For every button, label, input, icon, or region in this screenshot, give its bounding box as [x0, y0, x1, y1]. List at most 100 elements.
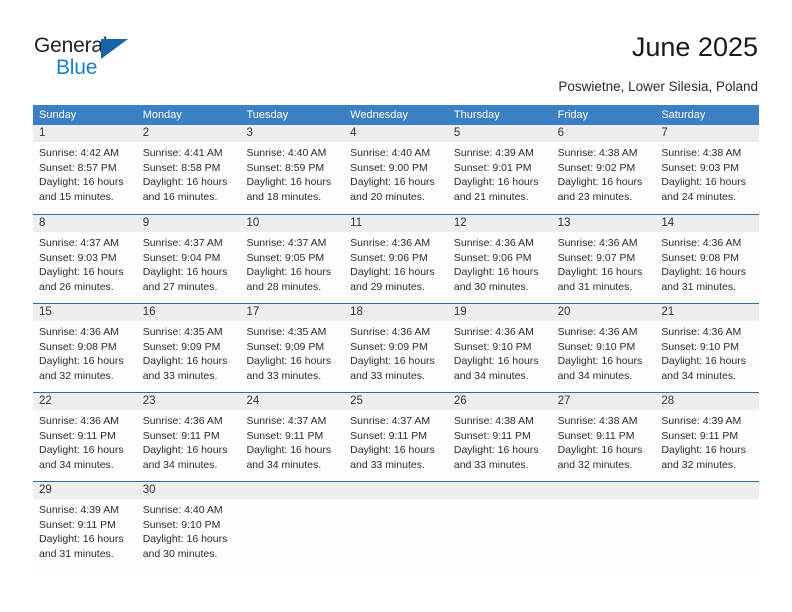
day-cell[interactable]: 4 Sunrise: 4:40 AM Sunset: 9:00 PM Daylight… [344, 125, 448, 214]
sunset-text: Sunset: 9:00 PM [350, 161, 428, 174]
daylight-text-line2: and 33 minutes. [350, 458, 425, 471]
day-cell[interactable]: 6 Sunrise: 4:38 AM Sunset: 9:02 PM Daylight… [551, 125, 656, 214]
day-cell[interactable]: 1 Sunrise: 4:42 AM Sunset: 8:57 PM Daylight… [33, 125, 137, 214]
sunset-text: Sunset: 9:11 PM [246, 429, 324, 442]
sunrise-text: Sunrise: 4:36 AM [453, 237, 534, 249]
daylight-text-line1: Daylight: 16 hours [661, 266, 746, 279]
sunrise-text: Sunrise: 4:36 AM [142, 415, 223, 427]
weekday-header-thursday: Thursday [453, 109, 500, 121]
day-number: 10 [246, 217, 260, 229]
day-number: 22 [39, 395, 52, 407]
sunrise-text: Sunrise: 4:36 AM [557, 326, 638, 338]
daylight-text-line1: Daylight: 16 hours [39, 266, 124, 279]
sunrise-text: Sunrise: 4:39 AM [453, 147, 534, 159]
day-cell[interactable]: 9 Sunrise: 4:37 AM Sunset: 9:04 PM Daylight… [136, 215, 241, 303]
calendar-week-row: 8 Sunrise: 4:37 AM Sunset: 9:03 PM Daylight… [33, 214, 760, 303]
day-cell[interactable]: 5 Sunrise: 4:39 AM Sunset: 9:01 PM Daylight… [447, 125, 552, 214]
daylight-text-line1: Daylight: 16 hours [350, 176, 435, 189]
sunrise-text: Sunrise: 4:40 AM [246, 147, 327, 159]
sunrise-text: Sunrise: 4:36 AM [350, 237, 431, 249]
sunset-text: Sunset: 9:11 PM [39, 429, 116, 442]
day-cell[interactable]: 19 Sunrise: 4:36 AM Sunset: 9:10 PM Dayligh… [447, 304, 552, 392]
daylight-text-line1: Daylight: 16 hours [557, 355, 643, 368]
day-cell[interactable]: 11 Sunrise: 4:36 AM Sunset: 9:06 PM Dayligh… [344, 215, 448, 303]
daylight-text-line1: Daylight: 16 hours [39, 444, 124, 457]
day-cell[interactable]: 20 Sunrise: 4:36 AM Sunset: 9:10 PM Dayligh… [551, 304, 656, 392]
day-number: 13 [557, 217, 571, 229]
calendar-week-row: 22 Sunrise: 4:36 AM Sunset: 9:11 PM Dayligh… [33, 392, 760, 481]
day-cell[interactable]: 10 Sunrise: 4:37 AM Sunset: 9:05 PM Dayligh… [240, 215, 345, 303]
daylight-text-line1: Daylight: 16 hours [453, 176, 539, 189]
sunset-text: Sunset: 9:06 PM [350, 251, 428, 264]
calendar-week-row: 29 Sunrise: 4:39 AM Sunset: 9:11 PM Dayligh… [33, 481, 760, 570]
day-cell[interactable]: 30 Sunrise: 4:40 AM Sunset: 9:10 PM Dayligh… [136, 482, 241, 570]
sunset-text: Sunset: 9:08 PM [661, 251, 739, 264]
daylight-text-line2: and 30 minutes. [142, 547, 218, 560]
day-cell[interactable]: 25 Sunrise: 4:37 AM Sunset: 9:11 PM Dayligh… [344, 393, 448, 481]
sunrise-text: Sunrise: 4:37 AM [246, 415, 327, 427]
day-cell[interactable]: 3 Sunrise: 4:40 AM Sunset: 8:59 PM Daylight… [240, 125, 345, 214]
sunrise-text: Sunrise: 4:40 AM [142, 504, 223, 516]
sunrise-text: Sunrise: 4:39 AM [39, 504, 119, 516]
day-cell[interactable]: 22 Sunrise: 4:36 AM Sunset: 9:11 PM Dayligh… [33, 393, 137, 481]
day-cell[interactable]: 18 Sunrise: 4:36 AM Sunset: 9:09 PM Dayligh… [344, 304, 448, 392]
day-cell[interactable]: 12 Sunrise: 4:36 AM Sunset: 9:06 PM Dayligh… [447, 215, 552, 303]
day-cell[interactable]: 29 Sunrise: 4:39 AM Sunset: 9:11 PM Dayligh… [33, 482, 137, 570]
day-cell[interactable]: 17 Sunrise: 4:35 AM Sunset: 9:09 PM Dayligh… [240, 304, 345, 392]
day-cell[interactable]: 24 Sunrise: 4:37 AM Sunset: 9:11 PM Dayligh… [240, 393, 345, 481]
weekday-header-row: Sunday Monday Tuesday Wednesday Thursday… [33, 105, 759, 125]
day-cell[interactable]: 21 Sunrise: 4:36 AM Sunset: 9:10 PM Dayligh… [655, 304, 760, 392]
day-number: 11 [350, 217, 363, 229]
weekday-header-friday: Friday [557, 109, 589, 121]
day-cell[interactable]: 28 Sunrise: 4:39 AM Sunset: 9:11 PM Dayligh… [655, 393, 760, 481]
sunset-text: Sunset: 8:59 PM [246, 161, 325, 174]
page-title: June 2025 [631, 32, 758, 62]
day-cell[interactable]: 16 Sunrise: 4:35 AM Sunset: 9:09 PM Dayligh… [136, 304, 241, 392]
daylight-text-line1: Daylight: 16 hours [246, 444, 332, 457]
daylight-text-line2: and 33 minutes. [246, 369, 322, 382]
daylight-text-line2: and 32 minutes. [557, 458, 633, 471]
day-cell[interactable]: 8 Sunrise: 4:37 AM Sunset: 9:03 PM Daylight… [33, 215, 137, 303]
day-cell[interactable]: 7 Sunrise: 4:38 AM Sunset: 9:03 PM Daylight… [655, 125, 760, 214]
day-number: 1 [39, 127, 46, 139]
location-subtitle: Poswietne, Lower Silesia, Poland [558, 79, 758, 94]
sunset-text: Sunset: 9:09 PM [350, 340, 428, 353]
daylight-text-line2: and 32 minutes. [661, 458, 737, 471]
day-cell[interactable]: 26 Sunrise: 4:38 AM Sunset: 9:11 PM Dayligh… [447, 393, 552, 481]
day-cell[interactable]: 13 Sunrise: 4:36 AM Sunset: 9:07 PM Dayligh… [551, 215, 656, 303]
day-number: 7 [661, 127, 668, 139]
daylight-text-line2: and 16 minutes. [142, 190, 218, 203]
sunset-text: Sunset: 9:11 PM [453, 429, 531, 442]
day-cell[interactable]: 23 Sunrise: 4:36 AM Sunset: 9:11 PM Dayligh… [136, 393, 241, 481]
sunrise-text: Sunrise: 4:36 AM [661, 237, 742, 249]
weekday-header-tuesday: Tuesday [246, 109, 289, 121]
daylight-text-line1: Daylight: 16 hours [350, 355, 435, 368]
day-cell-empty [655, 482, 760, 570]
sunset-text: Sunset: 9:10 PM [557, 340, 636, 353]
sunrise-text: Sunrise: 4:37 AM [350, 415, 431, 427]
day-number: 4 [350, 127, 357, 139]
sunrise-text: Sunrise: 4:38 AM [453, 415, 534, 427]
calendar-week-row: 1 Sunrise: 4:42 AM Sunset: 8:57 PM Daylight… [33, 125, 760, 214]
sunrise-text: Sunrise: 4:38 AM [661, 147, 742, 159]
day-number: 8 [39, 217, 46, 229]
day-cell[interactable]: 14 Sunrise: 4:36 AM Sunset: 9:08 PM Dayligh… [655, 215, 760, 303]
day-number: 16 [142, 306, 156, 318]
day-number: 25 [350, 395, 363, 407]
day-cell[interactable]: 27 Sunrise: 4:38 AM Sunset: 9:11 PM Dayligh… [551, 393, 656, 481]
daylight-text-line1: Daylight: 16 hours [39, 533, 124, 546]
day-number: 17 [246, 306, 260, 318]
daylight-text-line1: Daylight: 16 hours [453, 444, 539, 457]
day-number: 9 [142, 217, 150, 229]
calendar-page: General Blue June 2025 Poswietne, Lower … [0, 0, 792, 612]
daylight-text-line1: Daylight: 16 hours [557, 266, 643, 279]
daylight-text-line2: and 18 minutes. [246, 190, 322, 203]
sunrise-text: Sunrise: 4:36 AM [39, 326, 119, 338]
day-cell[interactable]: 15 Sunrise: 4:36 AM Sunset: 9:08 PM Dayligh… [33, 304, 137, 392]
day-cell[interactable]: 2 Sunrise: 4:41 AM Sunset: 8:58 PM Daylight… [136, 125, 241, 214]
day-number: 27 [557, 395, 571, 407]
sunset-text: Sunset: 9:10 PM [661, 340, 739, 353]
day-number: 20 [557, 306, 571, 318]
daylight-text-line2: and 24 minutes. [661, 190, 737, 203]
day-number: 24 [246, 395, 260, 407]
